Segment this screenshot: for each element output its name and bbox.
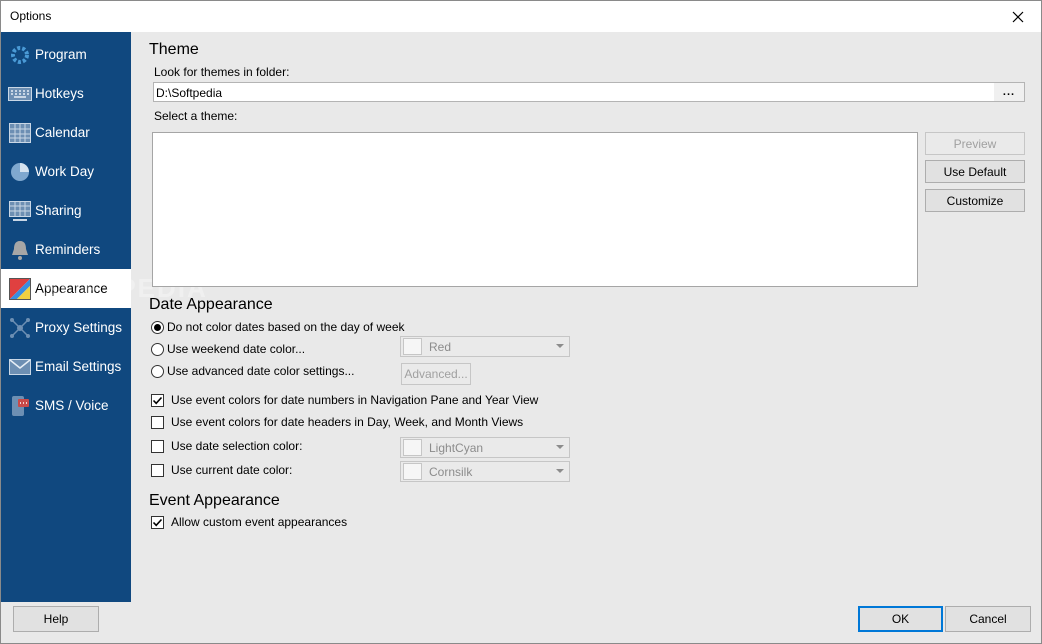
sidebar-item-label: Email Settings xyxy=(35,359,122,374)
checkbox[interactable] xyxy=(151,439,164,453)
sidebar-item-reminders[interactable]: Reminders xyxy=(1,230,131,269)
radio-button[interactable] xyxy=(151,364,164,378)
browse-folder-button[interactable]: ... xyxy=(994,83,1024,101)
network-icon xyxy=(8,316,32,340)
checkbox-label: Use current date color: xyxy=(171,463,293,477)
advanced-button[interactable]: Advanced... xyxy=(401,363,471,385)
sidebar-item-label: Calendar xyxy=(35,125,90,140)
radio-button[interactable] xyxy=(151,320,164,334)
theme-list[interactable] xyxy=(152,132,918,287)
sidebar-item-hotkeys[interactable]: Hotkeys xyxy=(1,74,131,113)
check-header-colors[interactable]: Use event colors for date headers in Day… xyxy=(151,415,523,429)
sidebar-item-proxy-settings[interactable]: Proxy Settings xyxy=(1,308,131,347)
radio-label: Use weekend date color... xyxy=(167,342,306,356)
clock-icon xyxy=(8,160,32,184)
sidebar-item-email-settings[interactable]: Email Settings xyxy=(1,347,131,386)
gear-icon xyxy=(8,43,32,67)
sidebar-item-label: Appearance xyxy=(35,281,108,296)
sidebar-item-work-day[interactable]: Work Day xyxy=(1,152,131,191)
calendar-icon xyxy=(8,121,32,145)
weekend-color-value: Red xyxy=(429,339,452,354)
checkbox-label: Use event colors for date numbers in Nav… xyxy=(171,393,539,407)
close-icon[interactable] xyxy=(995,1,1041,32)
customize-button[interactable]: Customize xyxy=(925,189,1025,212)
theme-folder-input[interactable]: D:\Softpedia ... xyxy=(153,82,1025,102)
check-nav-pane-colors[interactable]: Use event colors for date numbers in Nav… xyxy=(151,393,538,407)
sidebar-item-calendar[interactable]: Calendar xyxy=(1,113,131,152)
chevron-down-icon xyxy=(556,445,564,449)
checkbox[interactable] xyxy=(151,415,164,429)
sidebar-item-sharing[interactable]: Sharing xyxy=(1,191,131,230)
theme-heading: Theme xyxy=(149,41,199,58)
sidebar-item-sms-voice[interactable]: SMS / Voice xyxy=(1,386,131,425)
email-icon xyxy=(8,355,32,379)
sidebar-item-label: SMS / Voice xyxy=(35,398,109,413)
sidebar-item-appearance[interactable]: Appearance xyxy=(1,269,131,308)
radio-label: Do not color dates based on the day of w… xyxy=(167,320,405,334)
folder-label: Look for themes in folder: xyxy=(154,65,290,79)
checkbox-label: Use event colors for date headers in Day… xyxy=(171,415,524,429)
radio-button[interactable] xyxy=(151,342,164,356)
use-default-button[interactable]: Use Default xyxy=(925,160,1025,183)
window-title: Options xyxy=(10,9,52,23)
color-swatch xyxy=(403,439,422,456)
checkbox-label: Allow custom event appearances xyxy=(171,515,348,529)
sidebar-item-label: Proxy Settings xyxy=(35,320,123,335)
keyboard-icon xyxy=(8,82,32,106)
current-date-color-select: Cornsilk xyxy=(400,461,570,482)
sidebar-item-label: Hotkeys xyxy=(35,86,84,101)
sidebar-item-label: Sharing xyxy=(35,203,82,218)
radio-advanced-color[interactable]: Use advanced date color settings... xyxy=(151,364,354,378)
checkbox[interactable] xyxy=(151,515,164,529)
check-selection-color[interactable]: Use date selection color: xyxy=(151,439,302,453)
sms-icon xyxy=(8,394,32,418)
appearance-panel: Theme Look for themes in folder: D:\Soft… xyxy=(131,32,1041,602)
radio-no-color[interactable]: Do not color dates based on the day of w… xyxy=(151,320,405,334)
sidebar-item-label: Reminders xyxy=(35,242,101,257)
palette-icon xyxy=(8,277,32,301)
sidebar: Program Hotkeys Calendar Work Day Sharin… xyxy=(1,32,131,602)
sidebar-item-label: Work Day xyxy=(35,164,95,179)
checkbox[interactable] xyxy=(151,393,164,407)
current-date-color-value: Cornsilk xyxy=(429,464,473,479)
check-custom-event-appearance[interactable]: Allow custom event appearances xyxy=(151,515,347,529)
sharing-icon xyxy=(8,199,32,223)
chevron-down-icon xyxy=(556,344,564,348)
sidebar-item-program[interactable]: Program xyxy=(1,35,131,74)
selection-color-value: LightCyan xyxy=(429,440,484,455)
check-current-date-color[interactable]: Use current date color: xyxy=(151,463,292,477)
select-theme-label: Select a theme: xyxy=(154,109,238,123)
event-appearance-heading: Event Appearance xyxy=(149,492,280,509)
title-bar: Options xyxy=(1,1,1041,32)
ok-button[interactable]: OK xyxy=(858,606,943,632)
theme-folder-value: D:\Softpedia xyxy=(156,86,223,100)
cancel-button[interactable]: Cancel xyxy=(945,606,1031,632)
weekend-color-select: Red xyxy=(400,336,570,357)
preview-button[interactable]: Preview xyxy=(925,132,1025,155)
radio-label: Use advanced date color settings... xyxy=(167,364,355,378)
date-appearance-heading: Date Appearance xyxy=(149,296,273,313)
bell-icon xyxy=(8,238,32,262)
selection-color-select: LightCyan xyxy=(400,437,570,458)
checkbox-label: Use date selection color: xyxy=(171,439,303,453)
sidebar-item-label: Program xyxy=(35,47,87,62)
color-swatch xyxy=(403,338,422,355)
help-button[interactable]: Help xyxy=(13,606,99,632)
color-swatch xyxy=(403,463,422,480)
checkbox[interactable] xyxy=(151,463,164,477)
options-window: Options Program Hotkeys Calendar Work Da… xyxy=(0,0,1042,644)
chevron-down-icon xyxy=(556,469,564,473)
radio-weekend-color[interactable]: Use weekend date color... xyxy=(151,342,305,356)
